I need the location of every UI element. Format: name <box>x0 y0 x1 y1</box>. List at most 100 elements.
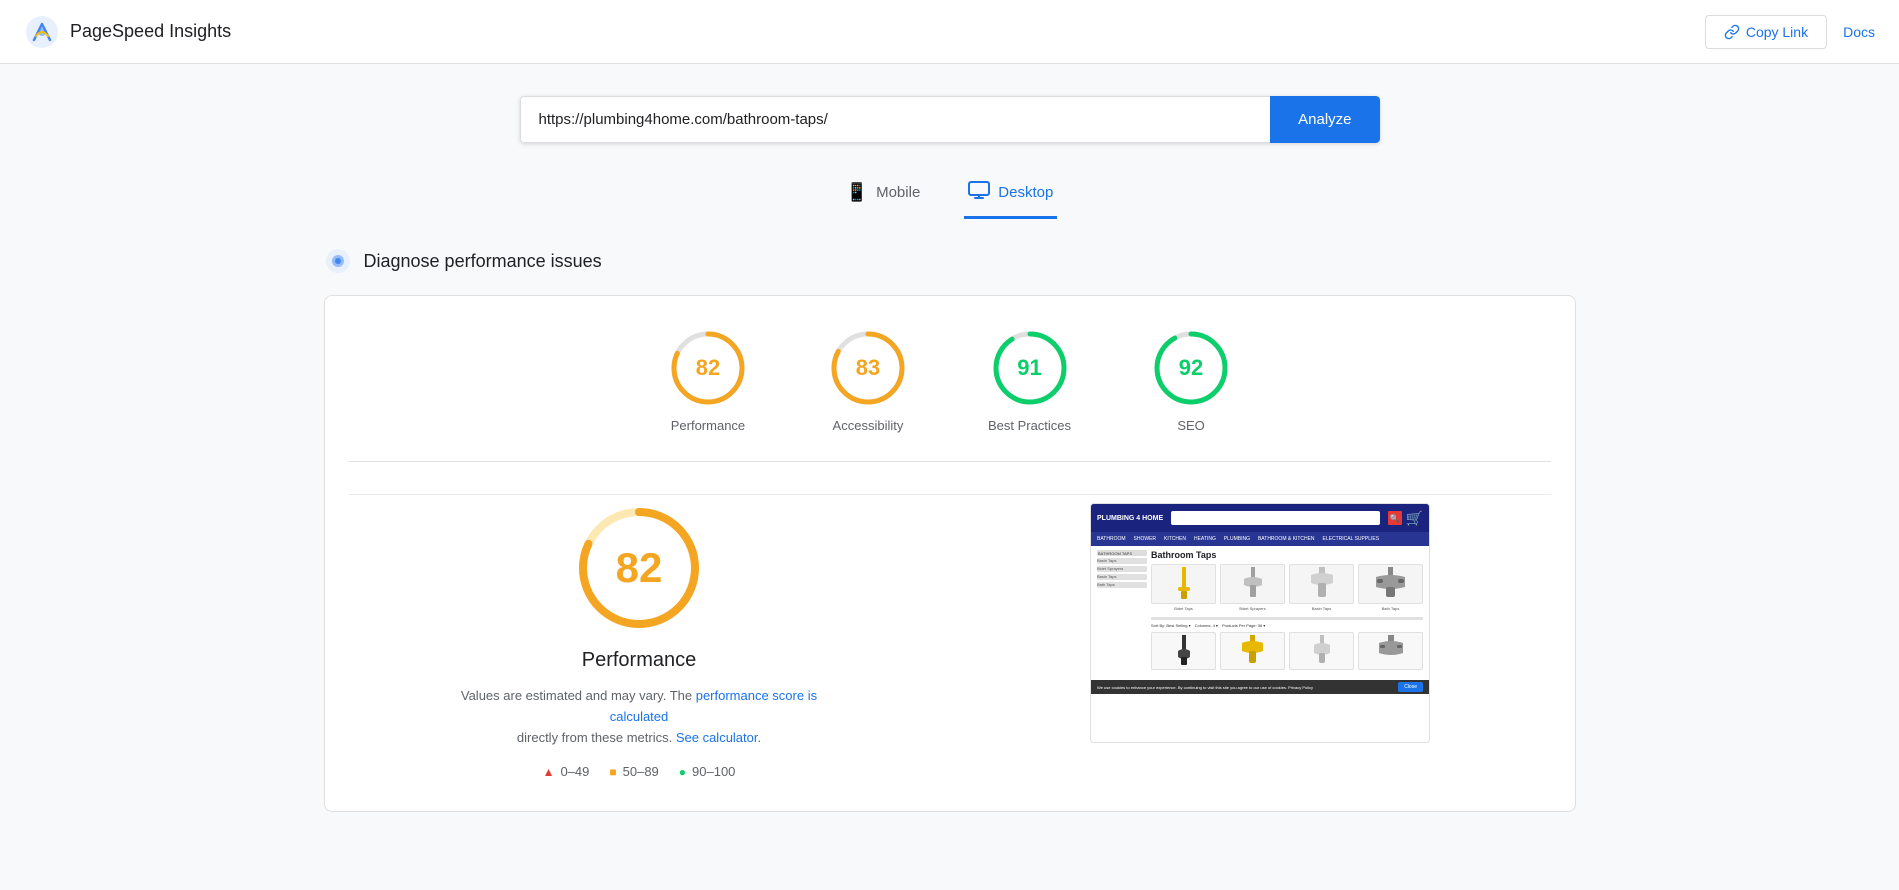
mock-columns-label: Columns: 4 ▾ <box>1195 623 1218 628</box>
mock-search-icon: 🔍 <box>1388 511 1402 525</box>
mock-divider <box>1151 617 1423 620</box>
desktop-icon <box>968 181 990 204</box>
mock-products-grid: Bidet Taps Bidet Sprayers <box>1151 564 1423 611</box>
mock-sidebar-item-1: BATHROOM TAPS <box>1097 550 1147 556</box>
mock-product-3: Basin Taps <box>1289 564 1354 611</box>
mock-product-4: Bath Taps <box>1358 564 1423 611</box>
legend-red: ▲ 0–49 <box>543 764 590 779</box>
tab-mobile[interactable]: 📱 Mobile <box>842 171 925 219</box>
score-item-performance[interactable]: 82 Performance <box>668 328 748 433</box>
mock-product-img-2 <box>1220 564 1285 604</box>
mock-sort-label: Sort By: Best Selling ▾ <box>1151 623 1191 628</box>
mobile-icon: 📱 <box>846 182 868 203</box>
tabs-row: 📱 Mobile Desktop <box>324 171 1576 219</box>
seo-circle: 92 <box>1151 328 1231 408</box>
accessibility-score: 83 <box>856 355 880 381</box>
tab-mobile-label: Mobile <box>876 184 920 201</box>
big-performance-score: 82 <box>616 544 663 592</box>
mock-product-r2-1 <box>1151 632 1216 672</box>
seo-label: SEO <box>1177 418 1204 433</box>
legend-green-range: 90–100 <box>692 764 735 779</box>
screenshot-mock-content: PLUMBING 4 HOME 🔍 🛒 BATHROOM SHOWER KITC… <box>1091 504 1429 742</box>
mock-nav-1: BATHROOM <box>1097 536 1126 542</box>
url-input[interactable] <box>520 96 1271 143</box>
url-bar-row: Analyze <box>324 96 1576 143</box>
mock-accept-btn: Close <box>1398 682 1423 692</box>
mock-product-r2-2 <box>1220 632 1285 672</box>
mock-sidebar-item-2: Basin Taps <box>1097 558 1147 564</box>
mock-product-2: Bidet Sprayers <box>1220 564 1285 611</box>
mock-product-r2-4 <box>1358 632 1423 672</box>
docs-link[interactable]: Docs <box>1843 24 1875 40</box>
mock-nav-2: SHOWER <box>1134 536 1157 542</box>
legend-orange: ■ 50–89 <box>609 764 658 779</box>
mock-product-img-3 <box>1289 564 1354 604</box>
mock-body: BATHROOM TAPS Basin Taps Bidet Sprayers … <box>1091 546 1429 676</box>
mock-page-title: Bathroom Taps <box>1151 550 1423 560</box>
mock-nav-4: HEATING <box>1194 536 1216 542</box>
analyze-button[interactable]: Analyze <box>1270 96 1379 143</box>
performance-label: Performance <box>671 418 745 433</box>
mock-product-r2-img-4 <box>1358 632 1423 670</box>
section-title: Diagnose performance issues <box>364 251 602 272</box>
tab-desktop[interactable]: Desktop <box>964 171 1057 219</box>
legend-orange-range: 50–89 <box>623 764 659 779</box>
mock-product-r2-img-2 <box>1220 632 1285 670</box>
metrics-note-mid: directly from these metrics. <box>517 730 676 745</box>
best-practices-label: Best Practices <box>988 418 1071 433</box>
diagnose-icon <box>324 247 352 275</box>
detail-left: 82 Performance Values are estimated and … <box>349 495 930 779</box>
tab-desktop-label: Desktop <box>998 184 1053 201</box>
detail-section: 82 Performance Values are estimated and … <box>349 495 1551 811</box>
accessibility-label: Accessibility <box>833 418 904 433</box>
mock-nav-3: KITCHEN <box>1164 536 1186 542</box>
mock-product-img-4 <box>1358 564 1423 604</box>
header-logo-area: PageSpeed Insights <box>24 14 231 50</box>
mock-search <box>1171 511 1379 525</box>
website-screenshot: PLUMBING 4 HOME 🔍 🛒 BATHROOM SHOWER KITC… <box>1090 503 1430 743</box>
mock-products-row2: Sort By: Best Selling ▾ Columns: 4 ▾ Pro… <box>1151 617 1423 672</box>
link-icon <box>1724 24 1740 40</box>
green-circle-icon: ● <box>679 765 686 779</box>
mock-cart-icon: 🛒 <box>1406 510 1423 527</box>
header-actions: Copy Link Docs <box>1705 15 1875 49</box>
big-performance-circle: 82 <box>574 503 704 633</box>
calculator-link[interactable]: See calculator. <box>676 730 761 745</box>
detail-right: PLUMBING 4 HOME 🔍 🛒 BATHROOM SHOWER KITC… <box>970 495 1551 779</box>
score-item-seo[interactable]: 92 SEO <box>1151 328 1231 433</box>
mock-logo: PLUMBING 4 HOME <box>1097 515 1163 522</box>
mock-sidebar-item-3: Bidet Sprayers <box>1097 566 1147 572</box>
big-performance-label: Performance <box>582 649 697 672</box>
accessibility-circle: 83 <box>828 328 908 408</box>
best-practices-score: 91 <box>1017 355 1041 381</box>
mock-product-r2-img-1 <box>1151 632 1216 670</box>
mock-sort-row: Sort By: Best Selling ▾ Columns: 4 ▾ Pro… <box>1151 623 1423 628</box>
copy-link-label: Copy Link <box>1746 24 1808 40</box>
mock-product-label-4: Bath Taps <box>1358 606 1423 611</box>
best-practices-circle: 91 <box>990 328 1070 408</box>
mock-product-r2-3 <box>1289 632 1354 672</box>
seo-score: 92 <box>1179 355 1203 381</box>
legend-red-range: 0–49 <box>560 764 589 779</box>
mock-product-r2-img-3 <box>1289 632 1354 670</box>
copy-link-button[interactable]: Copy Link <box>1705 15 1827 49</box>
mock-nav: BATHROOM SHOWER KITCHEN HEATING PLUMBING… <box>1091 532 1429 546</box>
metrics-note: Values are estimated and may vary. The p… <box>459 686 819 748</box>
app-header: PageSpeed Insights Copy Link Docs <box>0 0 1899 64</box>
score-card: 82 Performance 83 Accessibility <box>324 295 1576 812</box>
mock-product-img-1 <box>1151 564 1216 604</box>
score-item-best-practices[interactable]: 91 Best Practices <box>988 328 1071 433</box>
pagespeed-logo-icon <box>24 14 60 50</box>
score-item-accessibility[interactable]: 83 Accessibility <box>828 328 908 433</box>
mock-sidebar-item-5: Bath Taps <box>1097 582 1147 588</box>
main-content: Analyze 📱 Mobile Desktop Diagnose pe <box>300 64 1600 844</box>
performance-circle: 82 <box>668 328 748 408</box>
mock-nav-6: BATHROOM & KITCHEN <box>1258 536 1315 542</box>
mock-header: PLUMBING 4 HOME 🔍 🛒 <box>1091 504 1429 532</box>
mock-products-row2-grid <box>1151 632 1423 672</box>
mock-content-area: Bathroom Taps Bidet Taps <box>1151 550 1423 672</box>
mock-product-label-3: Basin Taps <box>1289 606 1354 611</box>
mock-cookie-banner: We use cookies to enhance your experienc… <box>1091 680 1429 694</box>
metrics-note-text: Values are estimated and may vary. The <box>461 688 696 703</box>
mock-product-1: Bidet Taps <box>1151 564 1216 611</box>
